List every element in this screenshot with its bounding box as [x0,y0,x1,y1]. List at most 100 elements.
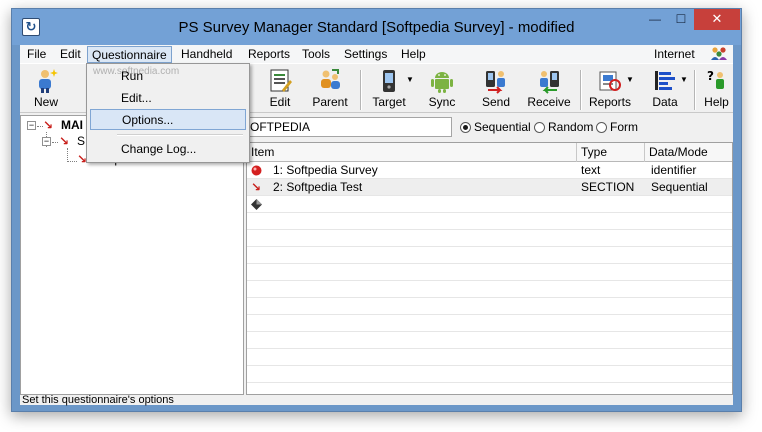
table-row[interactable]: ↘ 2: Softpedia Test SECTION Sequential [247,179,732,196]
toolbar-separator [580,70,582,110]
table-row [247,264,732,281]
menu-bar: File Edit Questionnaire Handheld Reports… [20,45,733,63]
menu-edit[interactable]: Edit [56,46,85,63]
mode-sequential-radio[interactable]: Sequential [460,120,531,134]
tree-child-label[interactable]: S [77,134,85,148]
table-row[interactable] [247,196,732,213]
title-bar[interactable]: ↻ PS Survey Manager Standard [Softpedia … [12,9,741,45]
window-title: PS Survey Manager Standard [Softpedia Su… [178,19,575,36]
table-row [247,281,732,298]
end-marker-icon [251,199,262,210]
tree-connector [67,148,68,162]
table-row[interactable]: 1: Softpedia Survey text identifier [247,162,732,179]
people-icon[interactable] [710,46,728,62]
table-row [247,315,732,332]
mode-form-radio[interactable]: Form [596,120,638,134]
row-item: 1: Softpedia Survey [273,163,378,177]
column-type[interactable]: Type [577,143,645,162]
row-item: 2: Softpedia Test [273,180,363,194]
row-type: SECTION [581,180,635,194]
handheld-device-icon [383,70,395,92]
mode-random-radio[interactable]: Random [534,120,593,134]
reports-dropdown-icon[interactable]: ▼ [626,75,634,84]
data-button[interactable]: Data [644,66,686,112]
column-item[interactable]: Item [247,143,577,162]
send-label: Send [481,95,511,109]
menu-handheld[interactable]: Handheld [177,46,236,63]
new-person-icon [39,69,58,93]
menu-reports[interactable]: Reports [244,46,294,63]
red-arrow-icon: ↘ [59,134,70,148]
svg-text:?: ? [707,69,714,83]
toolbar-separator [360,70,362,110]
new-label: New [33,95,58,109]
status-bar: Set this questionnaire's options [20,394,733,406]
red-ball-icon [251,165,262,176]
android-icon [431,72,453,93]
menu-edit-questionnaire[interactable]: Edit... [90,88,246,109]
status-text: Set this questionnaire's options [22,394,174,406]
toolbar-separator [694,70,696,110]
row-mode: identifier [651,163,697,177]
menu-tools[interactable]: Tools [298,46,334,63]
collapse-toggle[interactable]: − [27,121,36,130]
table-row [247,247,732,264]
edit-button[interactable]: Edit [258,66,302,112]
menu-run[interactable]: Run [90,66,246,87]
table-row [247,349,732,366]
tree-connector [67,161,77,162]
minimize-button[interactable]: — [642,9,668,30]
table-row [247,366,732,383]
menu-settings[interactable]: Settings [340,46,391,63]
send-button[interactable]: Send [476,66,516,112]
menu-options[interactable]: Options... [90,109,246,130]
receive-icon [540,71,559,94]
receive-button[interactable]: Receive [526,66,572,112]
items-grid[interactable]: Item Type Data/Mode 1: Softpedia Survey … [246,142,733,395]
parent-button[interactable]: Parent [306,66,354,112]
send-icon [486,71,505,94]
survey-pane: OFTPEDIA Sequential Random Form Item Typ… [246,115,733,395]
menu-help[interactable]: Help [397,46,430,63]
help-label: Help [704,95,729,109]
table-row [247,230,732,247]
target-dropdown-icon[interactable]: ▼ [406,75,414,84]
parent-person-icon [321,69,340,89]
menu-separator [117,134,243,136]
questionnaire-menu: www.softpedia.com Run Edit... Options...… [86,63,250,163]
target-button[interactable]: Target [366,66,412,112]
reports-button[interactable]: Reports [586,66,634,112]
tree-connector [52,142,58,143]
help-button[interactable]: ? Help [700,66,733,112]
close-button[interactable]: ✕ [694,9,740,30]
survey-name-field[interactable]: OFTPEDIA [246,117,452,137]
table-row [247,332,732,349]
column-data-mode[interactable]: Data/Mode [645,143,732,162]
reports-icon [599,71,621,91]
sync-label: Sync [428,95,456,109]
target-label: Target [372,95,406,109]
reports-label: Reports [588,95,632,109]
parent-label: Parent [312,95,348,109]
sync-button[interactable]: Sync [422,66,462,112]
menu-questionnaire[interactable]: Questionnaire [87,46,172,63]
data-label: Data [652,95,678,109]
data-dropdown-icon[interactable]: ▼ [680,75,688,84]
help-question-icon: ? [707,69,724,89]
menu-file[interactable]: File [23,46,50,63]
menu-change-log[interactable]: Change Log... [90,139,246,160]
table-row [247,298,732,315]
tree-root-label[interactable]: MAI [61,118,83,132]
collapse-toggle[interactable]: − [42,137,51,146]
row-mode: Sequential [651,180,708,194]
red-arrow-icon: ↘ [251,180,262,194]
red-arrow-icon: ↘ [43,118,54,132]
grid-header: Item Type Data/Mode [247,143,732,162]
new-button[interactable]: New [26,66,66,112]
edit-document-icon [270,69,292,92]
maximize-button[interactable]: ☐ [668,9,694,30]
receive-label: Receive [527,95,571,109]
data-chart-icon [655,71,675,90]
internet-label[interactable]: Internet [654,46,695,62]
row-type: text [581,163,601,177]
